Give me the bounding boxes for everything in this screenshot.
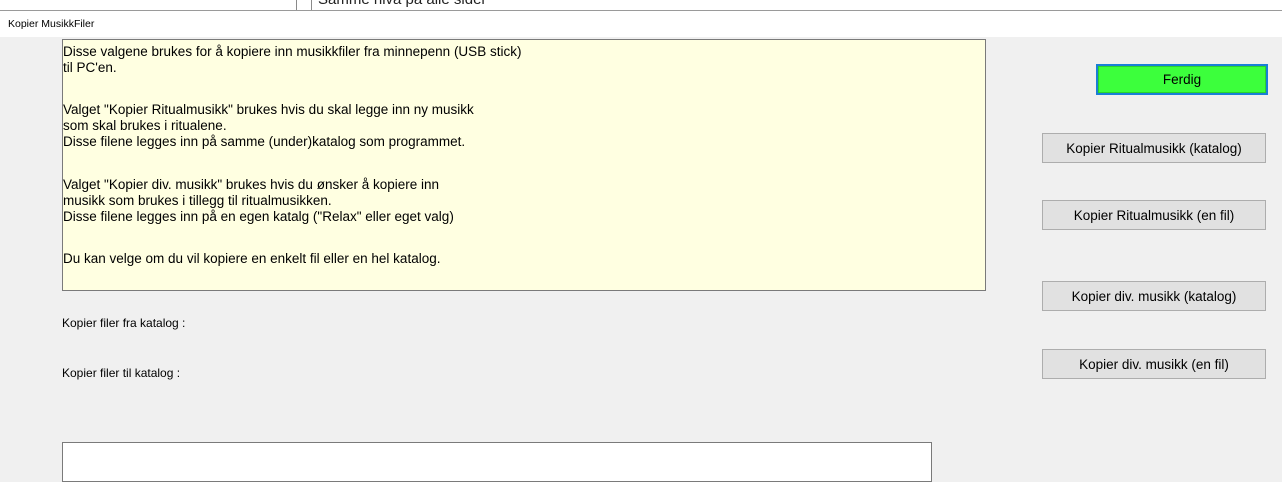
- copy-ritual-music-directory-button[interactable]: Kopier Ritualmusikk (katalog): [1042, 133, 1266, 163]
- output-textbox[interactable]: [62, 442, 932, 482]
- info-line: Valget "Kopier Ritualmusikk" brukes hvis…: [63, 102, 474, 117]
- info-line: Disse filene legges inn på samme (under)…: [63, 134, 466, 149]
- window-title: Kopier MusikkFiler: [8, 18, 95, 30]
- info-line: Valget "Kopier div. musikk" brukes hvis …: [63, 177, 440, 192]
- background-separator: [311, 0, 312, 10]
- info-panel: Disse valgene brukes for å kopiere inn m…: [62, 39, 986, 291]
- background-separator: [296, 0, 297, 10]
- copy-misc-music-directory-button[interactable]: Kopier div. musikk (katalog): [1042, 281, 1266, 311]
- copy-ritual-music-file-button[interactable]: Kopier Ritualmusikk (en fil): [1042, 200, 1266, 230]
- info-line: Du kan velge om du vil kopiere en enkelt…: [63, 251, 441, 266]
- info-line: til PC'en.: [63, 60, 117, 75]
- title-bar: Kopier MusikkFiler: [0, 11, 1282, 37]
- info-line: Disse valgene brukes for å kopiere inn m…: [63, 44, 522, 59]
- info-line: musikk som brukes i tillegg til ritualmu…: [63, 193, 332, 208]
- done-button[interactable]: Ferdig: [1096, 64, 1268, 95]
- from-directory-label: Kopier filer fra katalog :: [62, 316, 186, 330]
- to-directory-label: Kopier filer til katalog :: [62, 366, 181, 380]
- background-window-text: Samme nivå på alle sider: [318, 0, 486, 8]
- background-window-sliver: Samme nivå på alle sider: [0, 0, 1282, 11]
- info-line: Disse filene legges inn på en egen katal…: [63, 209, 454, 224]
- copy-misc-music-file-button[interactable]: Kopier div. musikk (en fil): [1042, 349, 1266, 379]
- info-line: som skal brukes i ritualene.: [63, 118, 227, 133]
